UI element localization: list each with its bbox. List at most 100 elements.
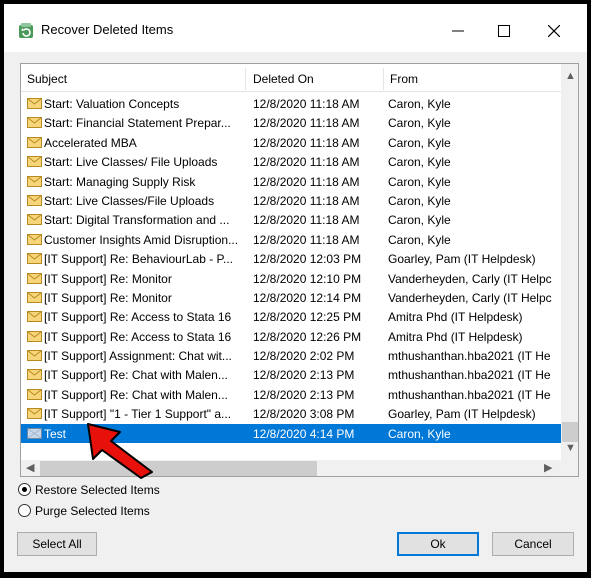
item-subject: Start: Financial Statement Prepar... [44,116,231,131]
column-header-from[interactable]: From [390,72,418,86]
item-subject: [IT Support] Re: Chat with Malen... [44,368,228,383]
table-row[interactable]: Start: Digital Transformation and ... 12/… [21,210,561,229]
item-subject: [IT Support] Assignment: Chat wit... [44,349,232,364]
item-deleted-on: 12/8/2020 12:10 PM [253,271,362,286]
envelope-icon [27,233,42,245]
maximize-icon [498,25,510,37]
item-deleted-on: 12/8/2020 12:03 PM [253,252,362,267]
close-icon [548,25,560,37]
envelope-icon [27,408,42,420]
item-deleted-on: 12/8/2020 12:14 PM [253,290,362,305]
scroll-right-icon[interactable]: ▶ [544,461,552,474]
item-from: Amitra Phd (IT Helpdesk) [388,329,523,344]
vertical-scrollbar[interactable]: ▲ ▼ [561,64,578,460]
envelope-icon [27,272,42,284]
minimize-icon [452,30,464,32]
table-row[interactable]: [IT Support] Re: Monitor 12/8/2020 12:14 … [21,288,561,307]
item-from: Caron, Kyle [388,213,451,228]
envelope-icon [27,330,42,342]
column-divider[interactable] [383,68,384,90]
item-from: Caron, Kyle [388,97,451,111]
item-deleted-on: 12/8/2020 4:14 PM [253,426,355,441]
item-subject: Start: Live Classes/File Uploads [44,193,215,208]
minimize-button[interactable] [436,14,480,48]
table-row[interactable]: [IT Support] Re: Access to Stata 16 12/8/… [21,307,561,326]
cancel-button[interactable]: Cancel [492,532,574,556]
column-header-deleted-on[interactable]: Deleted On [253,72,314,86]
item-from: mthushanthan.hba2021 (IT He [388,387,551,402]
item-from: mthushanthan.hba2021 (IT He [388,368,551,383]
table-row[interactable]: Start: Valuation Concepts 12/8/2020 11:18… [21,94,561,113]
table-row[interactable]: [IT Support] Re: Chat with Malen... 12/8/… [21,365,561,384]
item-subject: [IT Support] Re: Monitor [44,290,172,305]
red-annotation-arrow-icon [87,423,153,479]
item-subject: Start: Valuation Concepts [44,97,180,111]
select-all-button[interactable]: Select All [17,532,97,556]
item-deleted-on: 12/8/2020 11:18 AM [253,193,360,208]
message-icon [27,427,42,439]
item-from: Caron, Kyle [388,232,451,247]
item-deleted-on: 12/8/2020 11:18 AM [253,232,360,247]
item-from: Goarley, Pam (IT Helpdesk) [388,407,536,422]
table-row[interactable]: Start: Financial Statement Prepar... 12/8… [21,113,561,132]
list-rows: Start: Valuation Concepts 12/8/2020 11:18… [21,94,561,444]
purge-selected-items-label[interactable]: Purge Selected Items [35,504,150,518]
item-deleted-on: 12/8/2020 11:18 AM [253,97,360,111]
item-from: Amitra Phd (IT Helpdesk) [388,310,523,325]
scroll-up-icon[interactable]: ▲ [565,70,576,82]
table-row[interactable]: [IT Support] Re: Access to Stata 16 12/8/… [21,327,561,346]
ok-button[interactable]: Ok [397,532,479,556]
purge-selected-items-radio[interactable]: Purge Selected Items [18,503,178,519]
envelope-icon [27,253,42,265]
restore-selected-items-label[interactable]: Restore Selected Items [35,483,160,497]
envelope-icon [27,311,42,323]
item-deleted-on: 12/8/2020 11:18 AM [253,174,360,189]
table-row[interactable]: Start: Managing Supply Risk 12/8/2020 11:… [21,172,561,191]
table-row[interactable]: Start: Live Classes/File Uploads 12/8/202… [21,191,561,210]
item-subject: Start: Live Classes/ File Uploads [44,155,218,170]
item-subject: Accelerated MBA [44,135,137,150]
item-from: Vanderheyden, Carly (IT Helpc [388,271,552,286]
item-from: Goarley, Pam (IT Helpdesk) [388,252,536,267]
item-deleted-on: 12/8/2020 2:13 PM [253,387,355,402]
item-subject: Start: Managing Supply Risk [44,174,196,189]
item-from: Caron, Kyle [388,174,451,189]
table-row[interactable]: Start: Live Classes/ File Uploads 12/8/20… [21,152,561,171]
restore-selected-items-radio[interactable]: Restore Selected Items [18,482,178,498]
item-subject: [IT Support] Re: Access to Stata 16 [44,310,232,325]
item-subject: [IT Support] Re: BehaviourLab - P... [44,252,233,267]
item-from: Caron, Kyle [388,116,451,131]
table-row[interactable]: [IT Support] Assignment: Chat wit... 12/8… [21,346,561,365]
scroll-left-icon[interactable]: ◀ [26,461,34,474]
deleted-items-list[interactable]: Subject Deleted On From Start: Valuation… [20,63,579,477]
recover-deleted-items-dialog: Recover Deleted Items Subject Deleted On… [4,4,587,572]
item-from: Caron, Kyle [388,155,451,170]
envelope-icon [27,156,42,168]
envelope-icon [27,388,42,400]
envelope-icon [27,175,42,187]
title-bar: Recover Deleted Items [4,4,587,52]
item-deleted-on: 12/8/2020 11:18 AM [253,155,360,170]
item-subject: Customer Insights Amid Disruption... [44,232,239,247]
table-row[interactable]: [IT Support] Re: Chat with Malen... 12/8/… [21,385,561,404]
scroll-down-icon[interactable]: ▼ [565,442,576,454]
restore-radio-circle[interactable] [18,483,31,496]
envelope-icon [27,194,42,206]
vertical-scroll-thumb[interactable] [562,422,578,442]
column-header-subject[interactable]: Subject [27,72,67,86]
purge-radio-circle[interactable] [18,504,31,517]
item-from: Caron, Kyle [388,193,451,208]
item-subject: [IT Support] Re: Access to Stata 16 [44,329,232,344]
envelope-icon [27,136,42,148]
item-from: Vanderheyden, Carly (IT Helpc [388,290,552,305]
table-row[interactable]: Customer Insights Amid Disruption... 12/8… [21,230,561,249]
item-subject: [IT Support] Re: Monitor [44,271,172,286]
table-row[interactable]: [IT Support] Re: Monitor 12/8/2020 12:10 … [21,269,561,288]
table-row[interactable]: Accelerated MBA 12/8/2020 11:18 AM Caron, … [21,133,561,152]
item-deleted-on: 12/8/2020 12:26 PM [253,329,362,344]
close-button[interactable] [532,14,576,48]
list-header: Subject Deleted On From [21,64,561,92]
maximize-button[interactable] [482,14,526,48]
table-row[interactable]: [IT Support] Re: BehaviourLab - P... 12/8… [21,249,561,268]
column-divider[interactable] [245,68,246,90]
